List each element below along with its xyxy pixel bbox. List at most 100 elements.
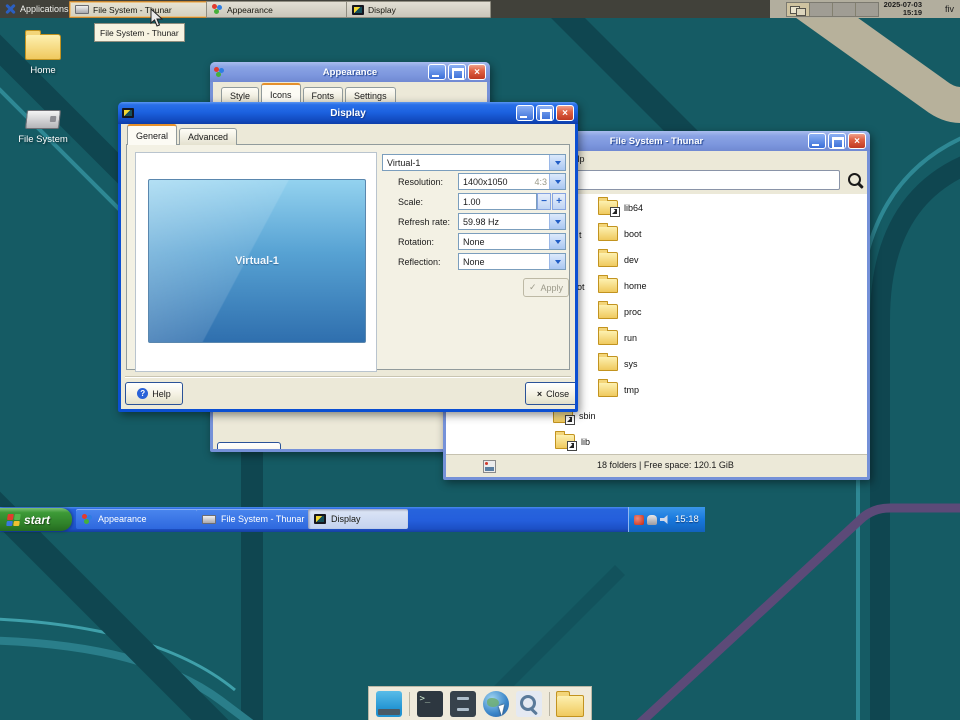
minimize-button[interactable]	[516, 105, 534, 121]
help-button[interactable]: ? Help	[217, 442, 281, 449]
workspace-3[interactable]	[833, 3, 856, 16]
refresh-rate-select[interactable]: 59.98 Hz	[458, 213, 566, 230]
folder-icon	[598, 226, 618, 241]
close-x-icon: ×	[537, 389, 542, 399]
display-window: Display × General Advanced Virtual-1 Vir…	[118, 102, 578, 412]
dock-desktop-icon[interactable]	[376, 691, 402, 717]
scale-input[interactable]: 1.00	[458, 193, 537, 210]
folder-item[interactable]: sys	[598, 356, 638, 371]
chevron-down-icon[interactable]	[549, 234, 565, 249]
folder-item[interactable]: run	[598, 330, 637, 345]
thunar-statusbar: 18 folders | Free space: 120.1 GiB	[446, 454, 867, 477]
xp-taskbar: start Appearance File System - Thunar Di…	[0, 507, 705, 532]
rotation-select[interactable]: None	[458, 233, 566, 250]
maximize-button[interactable]	[448, 64, 466, 80]
occluded-folder-label-fragment: t	[579, 230, 582, 240]
thunar-app-icon	[75, 5, 89, 14]
tray-volume-icon[interactable]	[660, 515, 670, 525]
appearance-app-icon	[82, 514, 93, 525]
folder-icon	[598, 330, 618, 345]
folder-item[interactable]: boot	[598, 226, 642, 241]
desktop-icon-label: File System	[18, 134, 68, 145]
display-app-icon	[352, 5, 364, 15]
folder-item[interactable]: lib64	[598, 200, 643, 215]
close-dialog-button[interactable]: × Close	[525, 382, 575, 405]
dock: >_	[368, 686, 592, 720]
statusbar-text: 18 folders | Free space: 120.1 GiB	[597, 460, 734, 470]
workspace-pager[interactable]	[786, 2, 879, 17]
folder-icon	[598, 200, 618, 215]
help-button[interactable]: ? Help	[125, 382, 183, 405]
task-button-display[interactable]: Display	[308, 509, 408, 529]
panel-window-button-thunar[interactable]: File System - Thunar	[69, 1, 214, 18]
dock-terminal-icon[interactable]: >_	[417, 691, 443, 717]
folder-item[interactable]: tmp	[598, 382, 639, 397]
monitor-preview[interactable]: Virtual-1	[148, 179, 366, 343]
chevron-down-icon[interactable]	[549, 174, 565, 189]
folder-icon	[598, 278, 618, 293]
windows-flag-icon	[6, 514, 21, 526]
workspace-2[interactable]	[810, 3, 833, 16]
system-tray: 15:18	[628, 507, 705, 532]
panel-window-button-appearance[interactable]: Appearance	[206, 1, 354, 18]
reflection-select[interactable]: None	[458, 253, 566, 270]
maximize-button[interactable]	[828, 133, 846, 149]
search-icon[interactable]	[847, 172, 864, 189]
folder-icon	[598, 356, 618, 371]
tray-mouse-icon[interactable]	[647, 515, 657, 525]
dock-file-manager-icon[interactable]	[450, 691, 476, 717]
aspect-ratio-hint: 4:3	[534, 177, 549, 187]
workspace-4[interactable]	[856, 3, 878, 16]
task-button-appearance[interactable]: Appearance	[76, 509, 204, 529]
display-body: General Advanced Virtual-1 Virtual-1 Res…	[121, 124, 575, 409]
tab-general[interactable]: General	[127, 124, 177, 145]
tab-advanced[interactable]: Advanced	[179, 128, 237, 145]
start-button[interactable]: start	[0, 508, 72, 531]
rotation-label: Rotation:	[398, 237, 434, 247]
appearance-app-icon	[212, 4, 223, 15]
folder-icon	[598, 252, 618, 267]
maximize-button[interactable]	[536, 105, 554, 121]
device-select[interactable]: Virtual-1	[382, 154, 566, 171]
panel-window-button-display[interactable]: Display	[346, 1, 491, 18]
chevron-down-icon[interactable]	[549, 214, 565, 229]
scale-increase-button[interactable]: +	[552, 193, 566, 210]
applications-menu-button[interactable]: Applications	[0, 3, 73, 15]
scale-decrease-button[interactable]: −	[537, 193, 551, 210]
chevron-down-icon[interactable]	[549, 254, 565, 269]
folder-item[interactable]: proc	[598, 304, 642, 319]
statusbar-emblem-icon	[483, 460, 496, 473]
thunar-app-icon	[202, 515, 216, 524]
reflection-label: Reflection:	[398, 257, 441, 267]
panel-user-label: fiv	[945, 4, 954, 14]
close-button[interactable]: ×	[556, 105, 574, 121]
drive-icon	[25, 110, 61, 129]
folder-item[interactable]: dev	[598, 252, 639, 267]
close-button[interactable]: ×	[848, 133, 866, 149]
tab-icons[interactable]: Icons	[261, 83, 301, 104]
dock-browser-icon[interactable]	[483, 691, 509, 717]
display-titlebar[interactable]: Display ×	[118, 102, 578, 124]
minimize-button[interactable]	[808, 133, 826, 149]
apply-button[interactable]: ✓Apply	[523, 278, 569, 297]
appearance-titlebar[interactable]: Appearance ×	[210, 62, 490, 82]
workspace-1[interactable]	[787, 3, 810, 16]
task-button-thunar[interactable]: File System - Thunar	[196, 509, 316, 529]
desktop-icon-file-system[interactable]: File System	[10, 110, 76, 145]
separator	[125, 376, 571, 378]
chevron-down-icon[interactable]	[549, 155, 565, 170]
resolution-select[interactable]: 1400x1050 4:3	[458, 173, 566, 190]
dock-folder-icon[interactable]	[556, 695, 584, 717]
folder-icon	[25, 34, 61, 60]
refresh-rate-label: Refresh rate:	[398, 217, 450, 227]
symlink-emblem-icon	[610, 207, 620, 217]
dock-app-finder-icon[interactable]	[516, 691, 542, 717]
tray-security-icon[interactable]	[634, 515, 644, 525]
symlink-emblem-icon	[565, 415, 575, 425]
folder-item[interactable]: lib	[555, 434, 590, 449]
desktop-icon-home[interactable]: Home	[10, 34, 76, 76]
close-button[interactable]: ×	[468, 64, 486, 80]
resolution-label: Resolution:	[398, 177, 443, 187]
folder-item[interactable]: home	[598, 278, 647, 293]
minimize-button[interactable]	[428, 64, 446, 80]
